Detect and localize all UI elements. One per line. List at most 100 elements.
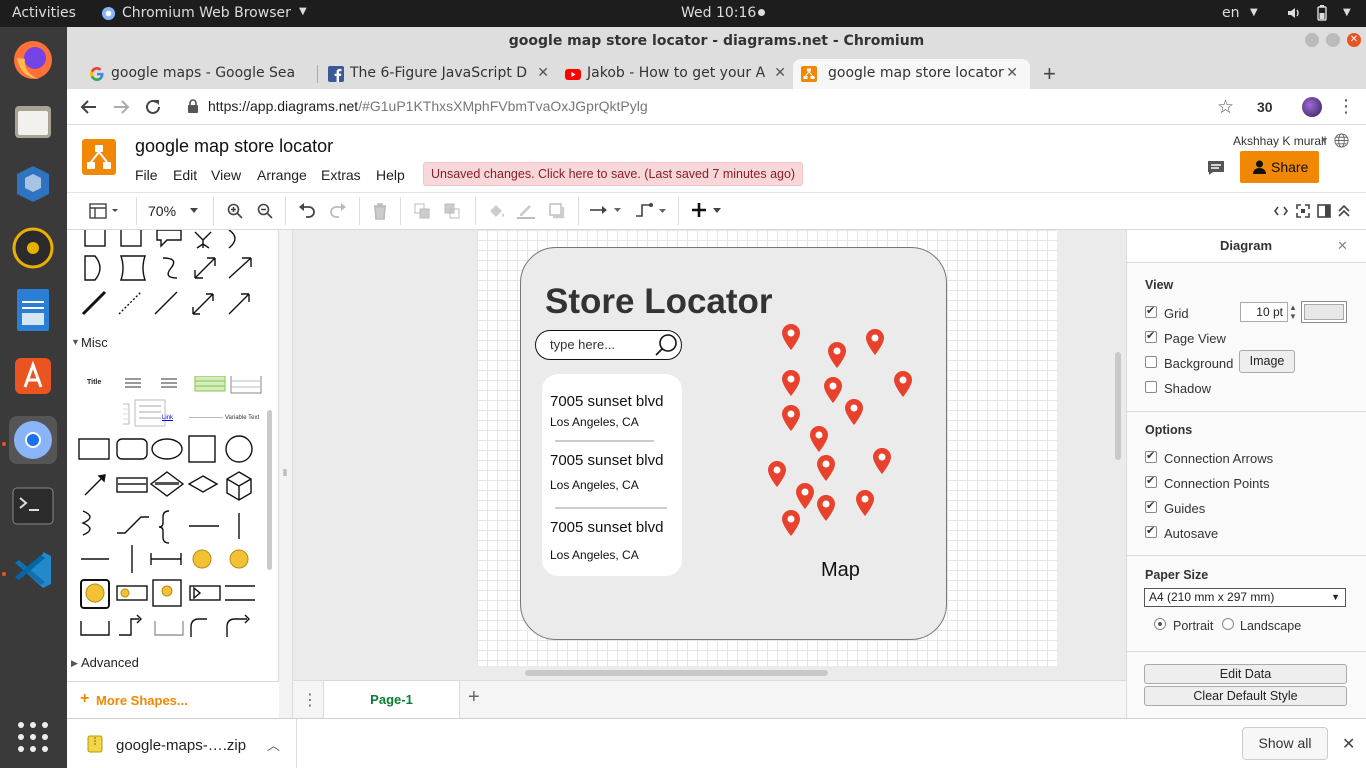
language-indicator[interactable]: en xyxy=(1222,5,1240,21)
clock[interactable]: Wed 10:16 xyxy=(681,5,756,21)
grid-size-stepper-icon[interactable]: ▲ ▼ xyxy=(1289,303,1297,321)
zoom-dropdown-icon[interactable] xyxy=(190,208,198,213)
store-locator-frame[interactable]: Store Locator type here... 7005 sunset b… xyxy=(520,247,947,640)
fill-color-icon[interactable] xyxy=(488,203,506,219)
download-options-chevron-icon[interactable]: ︿ xyxy=(267,735,280,754)
tab-google-maps[interactable]: google maps - Google Sea xyxy=(81,59,316,89)
activities-button[interactable]: Activities xyxy=(12,5,76,21)
close-tab-icon[interactable]: ✕ xyxy=(537,59,549,87)
add-page-icon[interactable]: + xyxy=(468,686,480,709)
tab-javascript[interactable]: The 6-Figure JavaScript D ✕ xyxy=(320,59,555,89)
show-apps-icon[interactable] xyxy=(9,713,57,761)
misc-expand-icon[interactable]: ▼ xyxy=(71,337,80,347)
background-checkbox[interactable] xyxy=(1145,356,1157,368)
menu-extras[interactable]: Extras xyxy=(321,167,361,183)
firefox-icon[interactable] xyxy=(9,36,57,84)
close-download-bar-icon[interactable]: ✕ xyxy=(1342,734,1355,754)
pages-menu-icon[interactable]: ⋮ xyxy=(302,690,318,710)
reload-icon[interactable] xyxy=(144,98,162,116)
tab-youtube[interactable]: Jakob - How to get your A ✕ xyxy=(557,59,792,89)
general-shapes-grid[interactable] xyxy=(67,230,279,326)
comments-icon[interactable] xyxy=(1206,159,1226,177)
forward-icon[interactable] xyxy=(112,98,130,116)
files-icon[interactable] xyxy=(9,98,57,146)
clear-default-style-button[interactable]: Clear Default Style xyxy=(1144,686,1347,706)
insert-icon[interactable] xyxy=(691,202,723,218)
vscode-icon[interactable] xyxy=(9,546,57,594)
landscape-radio[interactable] xyxy=(1222,618,1234,630)
mockup-search-box[interactable]: type here... xyxy=(535,330,682,360)
window-title-bar[interactable]: google map store locator - diagrams.net … xyxy=(67,27,1366,55)
grid-size-input[interactable]: 10 pt xyxy=(1240,302,1288,322)
profile-avatar[interactable] xyxy=(1302,97,1322,117)
paper-size-select[interactable]: A4 (210 mm x 297 mm) ▼ xyxy=(1144,588,1346,607)
to-back-icon[interactable] xyxy=(444,203,461,219)
advanced-section-label[interactable]: Advanced xyxy=(81,655,139,670)
shadow-checkbox[interactable] xyxy=(1145,381,1157,393)
connection-points-checkbox[interactable] xyxy=(1145,474,1157,488)
mockup-title[interactable]: Store Locator xyxy=(545,282,773,322)
format-panel-title[interactable]: Diagram xyxy=(1220,238,1272,253)
panel-splitter[interactable]: ⦀ xyxy=(267,230,293,718)
page-tab-page-1[interactable]: Page-1 xyxy=(323,681,460,718)
menu-arrange[interactable]: Arrange xyxy=(257,167,307,183)
misc-shapes-grid[interactable] xyxy=(77,435,267,645)
close-panel-icon[interactable]: ✕ xyxy=(1337,238,1348,254)
mockup-map-pins[interactable] xyxy=(768,324,919,544)
guides-checkbox[interactable] xyxy=(1145,499,1157,513)
mockup-map-label[interactable]: Map xyxy=(821,559,860,582)
page-view-checkbox[interactable] xyxy=(1145,329,1157,343)
minimize-icon[interactable] xyxy=(1305,33,1319,47)
drawing-canvas[interactable]: Store Locator type here... 7005 sunset b… xyxy=(293,230,1126,680)
format-panel-toggle-icon[interactable] xyxy=(89,203,119,219)
collapse-toolbar-icon[interactable] xyxy=(1337,204,1351,218)
edit-data-button[interactable]: Edit Data xyxy=(1144,664,1347,684)
fullscreen-icon[interactable] xyxy=(1274,205,1288,217)
shadow-icon[interactable] xyxy=(549,203,565,219)
document-title[interactable]: google map store locator xyxy=(135,136,333,157)
close-tab-icon[interactable]: ✕ xyxy=(1006,59,1018,87)
battery-icon[interactable] xyxy=(1316,5,1328,21)
app-menu[interactable]: Chromium Web Browser xyxy=(122,5,291,21)
to-front-icon[interactable] xyxy=(414,203,431,219)
software-center-icon[interactable] xyxy=(9,352,57,400)
grid-color-swatch[interactable] xyxy=(1301,301,1347,323)
connection-style-icon[interactable] xyxy=(590,205,622,215)
redo-icon[interactable] xyxy=(329,203,347,219)
menu-view[interactable]: View xyxy=(211,167,241,183)
grid-checkbox[interactable] xyxy=(1145,304,1157,318)
user-menu-arrow-icon[interactable]: ▼ xyxy=(1320,135,1329,145)
background-image-button[interactable]: Image xyxy=(1239,350,1295,373)
delete-icon[interactable] xyxy=(373,203,387,220)
chromium-dock-icon[interactable] xyxy=(9,416,57,464)
shapes-scrollbar[interactable] xyxy=(267,410,272,570)
menu-help[interactable]: Help xyxy=(376,167,405,183)
advanced-expand-icon[interactable]: ▶ xyxy=(71,658,78,669)
bookmark-star-icon[interactable]: ☆ xyxy=(1217,96,1234,119)
system-menu-arrow-icon[interactable]: ▼ xyxy=(1343,7,1351,18)
plus-icon[interactable]: + xyxy=(80,690,89,708)
misc-section-label[interactable]: Misc xyxy=(81,335,108,350)
unsaved-changes-notice[interactable]: Unsaved changes. Click here to save. (La… xyxy=(423,162,804,186)
fit-page-icon[interactable] xyxy=(1296,204,1310,218)
zoom-value[interactable]: 70% xyxy=(148,203,176,219)
undo-icon[interactable] xyxy=(298,203,316,219)
extension-badge[interactable]: 30 xyxy=(1257,99,1273,115)
terminal-icon[interactable] xyxy=(9,482,57,530)
download-item[interactable]: google-maps-….zip ︿ xyxy=(67,719,297,768)
share-button[interactable]: Share xyxy=(1240,151,1319,183)
line-color-icon[interactable] xyxy=(517,203,535,219)
virtualbox-icon[interactable] xyxy=(9,160,57,208)
menu-file[interactable]: File xyxy=(135,167,158,183)
zoom-out-icon[interactable] xyxy=(257,203,273,219)
menu-edit[interactable]: Edit xyxy=(173,167,197,183)
tab-store-locator[interactable]: google map store locator ✕ xyxy=(793,59,1030,89)
mockup-results-list[interactable]: 7005 sunset blvd Los Angeles, CA 7005 su… xyxy=(542,374,682,576)
portrait-radio[interactable] xyxy=(1154,618,1166,630)
globe-icon[interactable] xyxy=(1334,133,1349,148)
close-window-icon[interactable]: ✕ xyxy=(1347,33,1361,47)
new-tab-icon[interactable]: + xyxy=(1043,61,1056,87)
url-field[interactable]: https://app.diagrams.net/#G1uP1KThxsXMph… xyxy=(208,98,648,114)
browser-menu-icon[interactable]: ⋮ xyxy=(1337,96,1355,117)
maximize-icon[interactable] xyxy=(1326,33,1340,47)
